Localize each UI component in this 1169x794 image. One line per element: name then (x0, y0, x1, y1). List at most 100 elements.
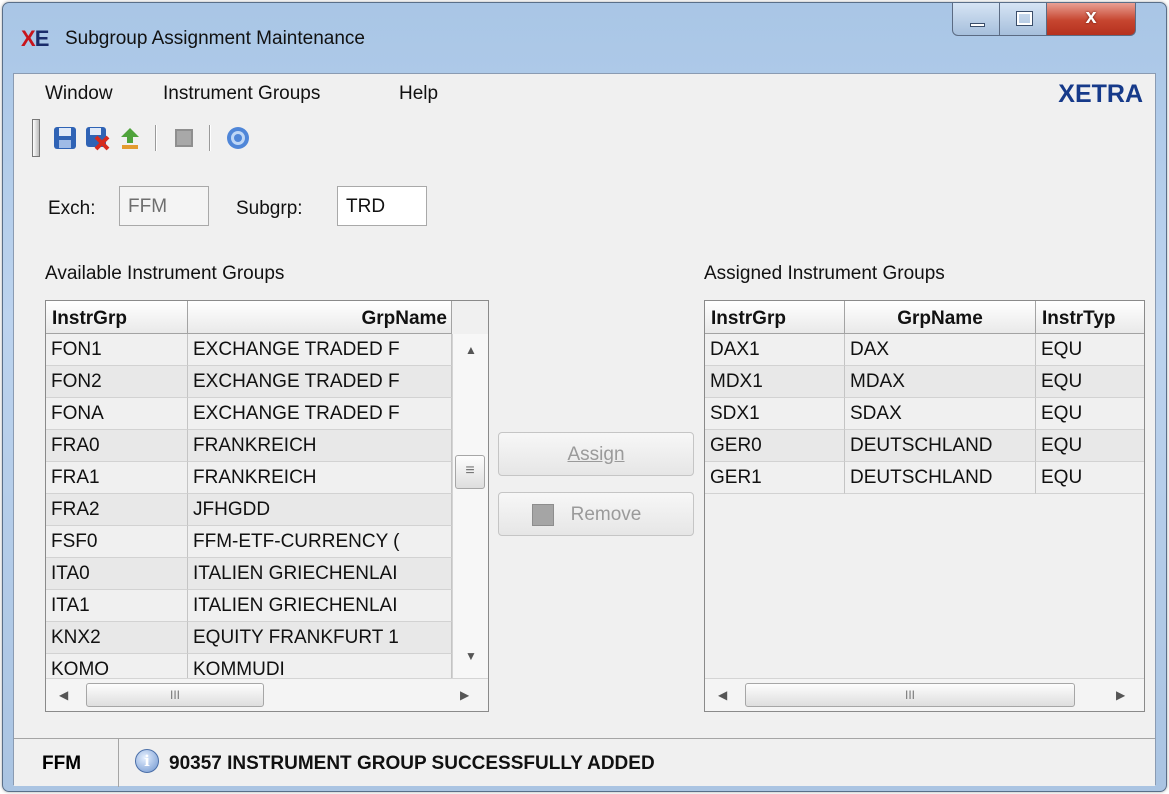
column-header-instrtyp[interactable]: InstrTyp (1036, 301, 1144, 334)
menu-bar: Window Instrument Groups Help XETRA (14, 74, 1155, 114)
table-cell: EXCHANGE TRADED F (188, 366, 452, 398)
recycle-icon[interactable] (117, 125, 143, 151)
remove-icon (532, 504, 554, 526)
stop-icon[interactable] (171, 125, 197, 151)
assigned-groups-title: Assigned Instrument Groups (704, 263, 945, 284)
status-bar: FFM i 90357 INSTRUMENT GROUP SUCCESSFULL… (14, 738, 1155, 787)
save-delete-icon[interactable] (84, 125, 110, 151)
toolbar-grip[interactable] (32, 119, 40, 157)
client-area: Window Instrument Groups Help XETRA Exch… (13, 73, 1156, 787)
brand-logo: XETRA (1058, 80, 1143, 108)
table-cell: ITALIEN GRIECHENLAI (188, 558, 452, 590)
scroll-down-arrow-icon[interactable]: ▼ (465, 649, 477, 663)
subgrp-label: Subgrp: (236, 198, 303, 219)
help-icon[interactable] (225, 125, 251, 151)
table-cell: EXCHANGE TRADED F (188, 334, 452, 366)
minimize-icon (970, 23, 985, 27)
table-row[interactable]: FON2 EXCHANGE TRADED F (46, 366, 452, 398)
table-cell: GER1 (705, 462, 845, 494)
table-row[interactable]: FSF0 FFM-ETF-CURRENCY ( (46, 526, 452, 558)
table-cell: SDAX (845, 398, 1036, 430)
exch-label: Exch: (48, 198, 96, 219)
table-cell: EQU (1036, 398, 1144, 430)
table-cell: SDX1 (705, 398, 845, 430)
menu-help[interactable]: Help (399, 83, 438, 105)
table-row[interactable]: MDX1 MDAX EQU (705, 366, 1144, 398)
info-icon: i (135, 749, 159, 773)
status-exchange: FFM (14, 739, 119, 787)
scroll-up-arrow-icon[interactable]: ▲ (465, 343, 477, 357)
table-cell: MDAX (845, 366, 1036, 398)
scroll-right-arrow-icon[interactable]: ▶ (1116, 688, 1125, 702)
column-header-grpname[interactable]: GrpName (188, 301, 452, 334)
status-message: 90357 INSTRUMENT GROUP SUCCESSFULLY ADDE… (169, 753, 655, 774)
minimize-button[interactable] (952, 3, 1000, 36)
table-cell: GER0 (705, 430, 845, 462)
scroll-left-arrow-icon[interactable]: ◀ (59, 688, 68, 702)
maximize-icon (1016, 11, 1033, 26)
column-header-instrgrp[interactable]: InstrGrp (46, 301, 188, 334)
table-row[interactable]: FRA2 JFHGDD (46, 494, 452, 526)
table-cell: MDX1 (705, 366, 845, 398)
assigned-groups-table[interactable]: InstrGrp GrpName InstrTyp DAX1 DAX EQU MDX1… (704, 300, 1145, 712)
toolbar (14, 114, 1155, 162)
menu-window[interactable]: Window (45, 83, 113, 105)
table-cell: FSF0 (46, 526, 188, 558)
table-cell: DEUTSCHLAND (845, 430, 1036, 462)
save-icon[interactable] (52, 125, 78, 151)
assign-button[interactable]: Assign (498, 432, 694, 476)
remove-button[interactable]: Remove (498, 492, 694, 536)
exch-field: FFM (119, 186, 209, 226)
table-cell: ITA0 (46, 558, 188, 590)
table-cell: ITA1 (46, 590, 188, 622)
column-header-grpname[interactable]: GrpName (845, 301, 1036, 334)
toolbar-separator (155, 125, 157, 151)
table-cell: FRA0 (46, 430, 188, 462)
table-row[interactable]: FRA0 FRANKREICH (46, 430, 452, 462)
scroll-thumb[interactable]: III (745, 683, 1075, 707)
table-cell: DAX (845, 334, 1036, 366)
maximize-button[interactable] (999, 3, 1047, 36)
app-logo-icon: XE (21, 26, 49, 51)
table-cell: EQUITY FRANKFURT 1 (188, 622, 452, 654)
table-row[interactable]: SDX1 SDAX EQU (705, 398, 1144, 430)
table-row[interactable]: FRA1 FRANKREICH (46, 462, 452, 494)
table-cell: FRA1 (46, 462, 188, 494)
table-row[interactable]: GER0 DEUTSCHLAND EQU (705, 430, 1144, 462)
horizontal-scrollbar[interactable]: ◀ III ▶ (46, 678, 488, 711)
horizontal-scrollbar[interactable]: ◀ III ▶ (705, 678, 1144, 711)
table-cell: KNX2 (46, 622, 188, 654)
table-row[interactable]: ITA1 ITALIEN GRIECHENLAI (46, 590, 452, 622)
table-row[interactable]: KNX2 EQUITY FRANKFURT 1 (46, 622, 452, 654)
vertical-scrollbar[interactable]: ▲ ≡ ▼ (452, 334, 488, 678)
table-cell: DEUTSCHLAND (845, 462, 1036, 494)
table-cell: ITALIEN GRIECHENLAI (188, 590, 452, 622)
scroll-thumb[interactable]: ≡ (455, 455, 485, 489)
table-cell: FRANKREICH (188, 462, 452, 494)
toolbar-separator (209, 125, 211, 151)
scroll-thumb[interactable]: III (86, 683, 264, 707)
window-title: Subgroup Assignment Maintenance (65, 28, 365, 49)
table-row[interactable]: DAX1 DAX EQU (705, 334, 1144, 366)
table-cell: FONA (46, 398, 188, 430)
close-button[interactable]: x (1046, 3, 1136, 36)
menu-instrument-groups[interactable]: Instrument Groups (163, 83, 320, 105)
column-header-instrgrp[interactable]: InstrGrp (705, 301, 845, 334)
scroll-left-arrow-icon[interactable]: ◀ (718, 688, 727, 702)
available-groups-title: Available Instrument Groups (45, 263, 285, 284)
table-cell: FRA2 (46, 494, 188, 526)
available-groups-table[interactable]: InstrGrp GrpName FON1 EXCHANGE TRADED F FO… (45, 300, 489, 712)
table-row[interactable]: ITA0 ITALIEN GRIECHENLAI (46, 558, 452, 590)
close-icon: x (1085, 6, 1097, 28)
table-cell: FON2 (46, 366, 188, 398)
table-cell: EQU (1036, 334, 1144, 366)
subgrp-field[interactable]: TRD (337, 186, 427, 226)
app-window: XE Subgroup Assignment Maintenance x Win… (2, 2, 1167, 792)
table-row[interactable]: GER1 DEUTSCHLAND EQU (705, 462, 1144, 494)
table-row[interactable]: FON1 EXCHANGE TRADED F (46, 334, 452, 366)
scroll-right-arrow-icon[interactable]: ▶ (460, 688, 469, 702)
table-header: InstrGrp GrpName InstrTyp (705, 301, 1144, 334)
table-row[interactable]: FONA EXCHANGE TRADED F (46, 398, 452, 430)
title-bar[interactable]: XE Subgroup Assignment Maintenance x (3, 3, 1166, 73)
table-cell: FON1 (46, 334, 188, 366)
